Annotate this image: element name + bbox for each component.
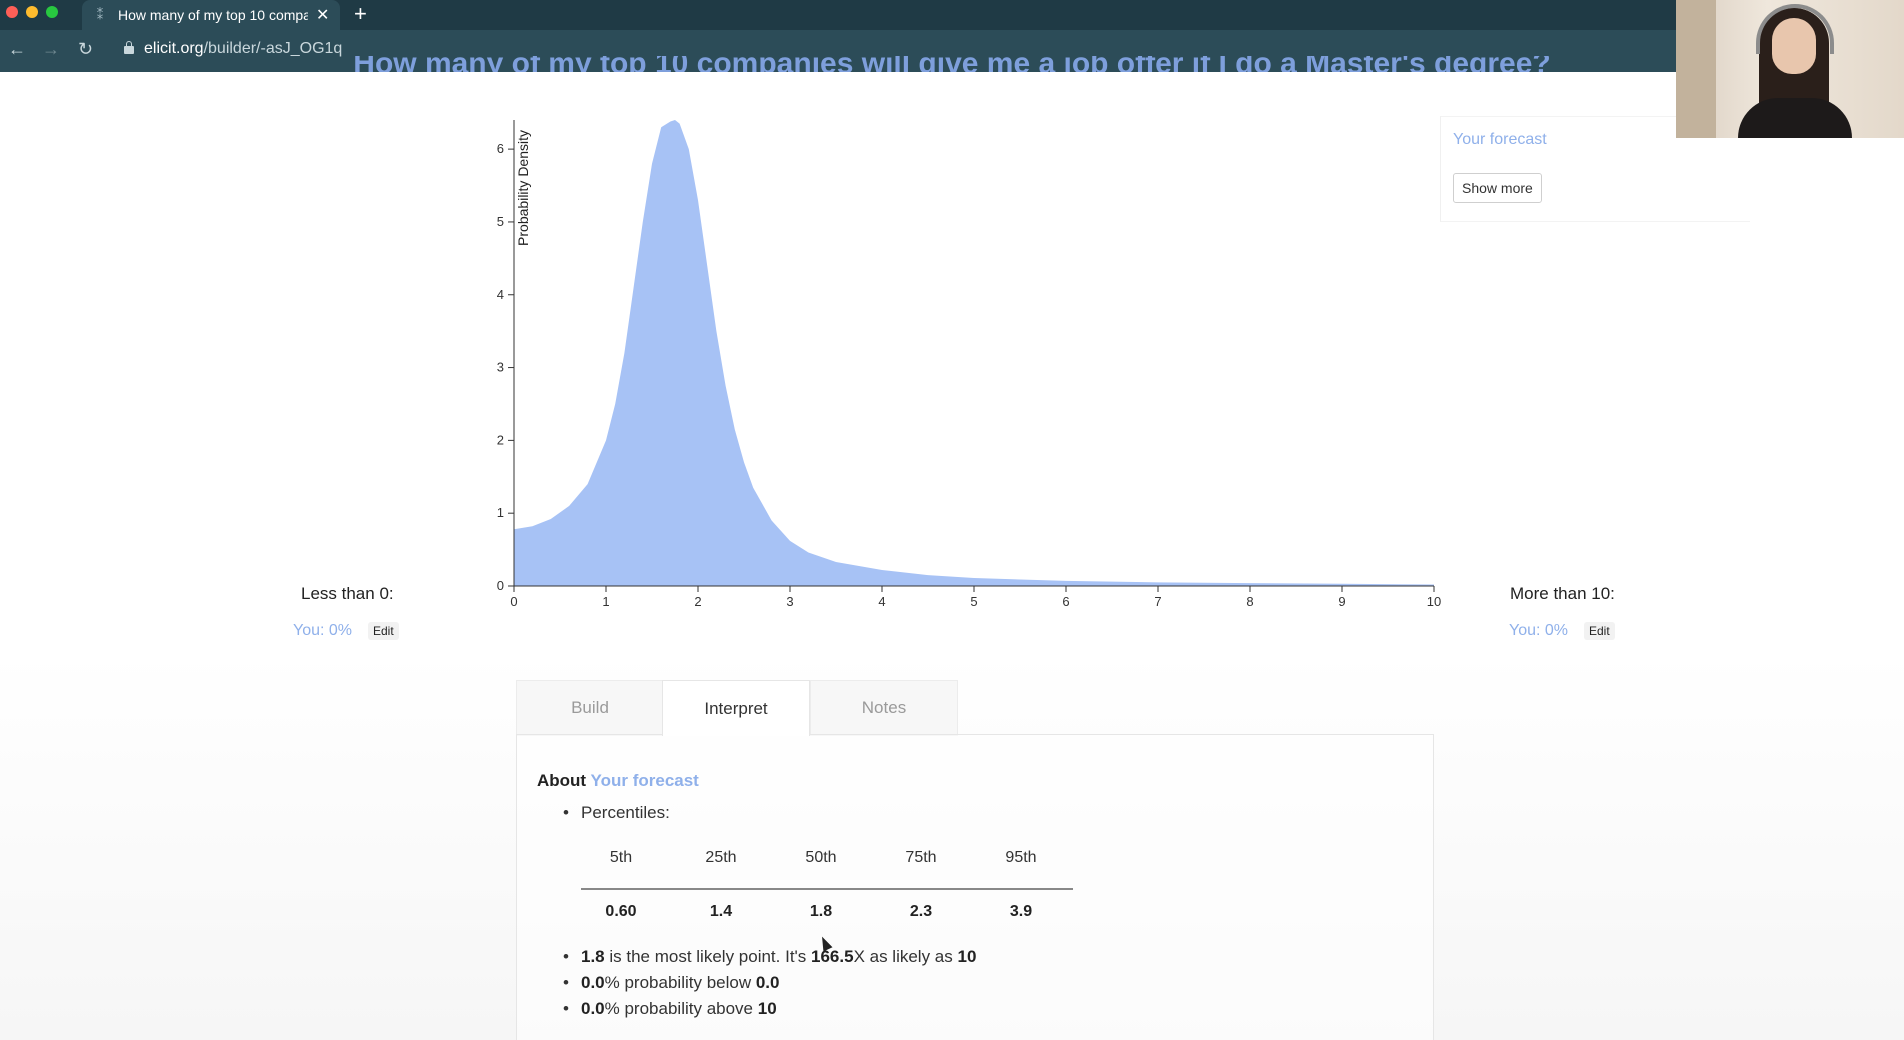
more-than-edit-button[interactable]: Edit [1584,622,1615,640]
compare-value: 10 [957,947,977,966]
close-window-button[interactable] [6,6,18,18]
tab-interpret[interactable]: Interpret [662,680,810,736]
x-tick-label: 9 [1338,594,1345,609]
x-tick-label: 6 [1062,594,1069,609]
percentile-value: 0.60 [605,903,637,920]
about-forecast-link[interactable]: Your forecast [591,771,699,790]
maximize-window-button[interactable] [46,6,58,18]
most-likely-bullet: 1.8 is the most likely point. It's 166.5… [563,947,977,967]
browser-tab-strip: ⁑ How many of my top 10 companies will g… [0,0,1904,30]
x-tick-label: 1 [602,594,609,609]
about-heading: About Your forecast [537,771,699,791]
x-tick-label: 3 [786,594,793,609]
question-title: How many of my top 10 companies will giv… [0,56,1904,72]
your-forecast-label[interactable]: Your forecast [1453,131,1547,149]
percentile-header-row: 5th 25th 50th 75th 95th [581,845,1073,875]
y-tick-label: 3 [497,360,504,375]
y-tick-label: 2 [497,432,504,447]
x-tick-label: 2 [694,594,701,609]
mode-value: 1.8 [581,947,605,966]
percentile-header: 50th [805,849,837,866]
more-than-value: You: 0% [1509,622,1569,639]
percentile-value: 2.3 [909,903,933,920]
below-threshold: 0.0 [755,973,780,992]
density-area [514,120,1434,586]
tab-build[interactable]: Build [516,680,664,736]
close-tab-icon[interactable]: ✕ [316,5,329,25]
probability-below-bullet: 0.0% probability below 0.0 [563,973,780,993]
percentile-header: 5th [609,849,633,866]
show-more-button[interactable]: Show more [1453,173,1542,203]
y-tick-label: 0 [497,578,504,593]
x-tick-label: 4 [878,594,885,609]
minimize-window-button[interactable] [26,6,38,18]
likelihood-ratio: 166.5 [811,947,854,966]
probability-above-bullet: 0.0% probability above 10 [563,999,777,1019]
browser-tab[interactable]: ⁑ How many of my top 10 companies will g… [82,0,340,30]
likelihood-text: X as likely as [853,947,958,966]
y-tick-label: 5 [497,214,504,229]
percentile-table: 5th 25th 50th 75th 95th 0.60 1.4 1.8 2.3 3.9 [581,845,1073,920]
below-percent: 0.0 [581,973,605,992]
y-tick-label: 1 [497,505,504,520]
tab-title: How many of my top 10 companies will giv… [118,7,308,23]
percentile-header: 75th [905,849,937,866]
more-than-label: More than 10: [1510,584,1615,603]
below-text: % probability below [604,973,756,992]
webcam-background [1676,0,1716,138]
x-tick-label: 0 [510,594,517,609]
percentile-value-row: 0.60 1.4 1.8 2.3 3.9 [581,903,1073,933]
percentile-value: 1.8 [809,903,833,920]
above-percent: 0.0 [581,999,605,1018]
percentile-value: 3.9 [1009,903,1033,920]
less-than-label: Less than 0: [301,584,394,603]
x-tick-label: 7 [1154,594,1161,609]
new-tab-icon[interactable]: + [354,2,367,26]
table-divider [581,888,1073,890]
x-tick-label: 8 [1246,594,1253,609]
x-tick-label: 10 [1427,594,1441,609]
elicit-favicon-icon: ⁑ [96,7,104,22]
tab-bar: Build Interpret Notes [516,680,1432,736]
y-tick-label: 4 [497,287,504,302]
lock-icon [124,41,134,54]
above-text: % probability above [604,999,758,1018]
less-than-edit-button[interactable]: Edit [368,622,399,640]
y-axis-label: Probability Density [515,130,531,246]
tab-notes[interactable]: Notes [810,680,958,736]
above-threshold: 10 [757,999,777,1018]
x-tick-label: 5 [970,594,977,609]
webcam-shirt [1738,98,1852,138]
interpret-panel: About Your forecast Percentiles: 5th 25th… [516,734,1434,1040]
y-tick-label: 6 [497,141,504,156]
less-than-value: You: 0% [293,622,353,639]
percentile-header: 25th [705,849,737,866]
percentiles-bullet: Percentiles: [563,803,670,823]
percentile-value: 1.4 [709,903,733,920]
mode-text: is the most likely point. It's [604,947,812,966]
about-prefix: About [537,771,587,790]
headphones-icon [1756,4,1834,54]
webcam-overlay [1676,0,1904,138]
distribution-chart: 0 1 2 3 4 5 6 7 8 9 10 0 1 2 3 4 5 6 Probability Density [497,120,1441,609]
percentile-header: 95th [1005,849,1037,866]
